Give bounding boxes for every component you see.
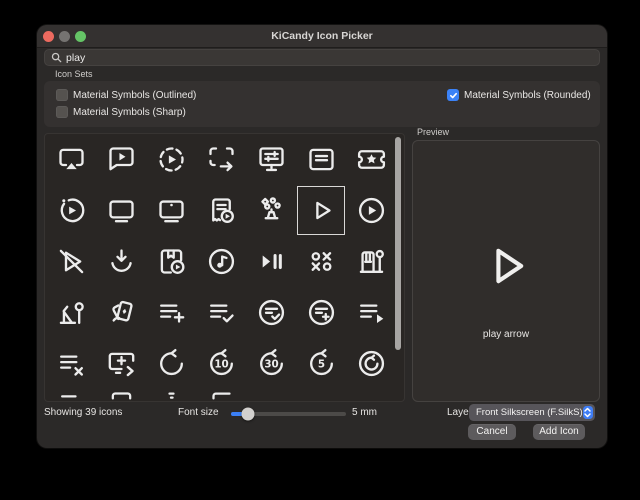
icon-receipt-play[interactable]: [196, 185, 246, 236]
icon-playlist-play[interactable]: [346, 287, 396, 338]
icon-queue-play-next[interactable]: [96, 338, 146, 389]
icon-playing-cards[interactable]: [96, 287, 146, 338]
icon-playlist-add-circle[interactable]: [296, 287, 346, 338]
icon-replay-5[interactable]: 5: [296, 338, 346, 389]
icon-slow-motion-video-partial[interactable]: [46, 389, 96, 402]
check-icon: [449, 91, 458, 100]
preview-label: Preview: [417, 127, 449, 137]
icon-playlist-add-check[interactable]: [196, 287, 246, 338]
icon-play-arrow[interactable]: [296, 185, 346, 236]
cancel-button[interactable]: Cancel: [468, 424, 516, 440]
checkbox-box: [447, 89, 459, 101]
icon-sets-label: Icon Sets: [55, 69, 93, 79]
window-title: KiCandy Icon Picker: [37, 25, 607, 47]
icon-replay-circle-filled[interactable]: [346, 338, 396, 389]
icon-screencast-partial[interactable]: [146, 389, 196, 402]
icon-replay-30[interactable]: 30: [246, 338, 296, 389]
svg-text:10: 10: [214, 358, 228, 370]
checkbox-material-symbols-outlined[interactable]: Material Symbols (Outlined): [56, 89, 196, 101]
icon-airplay[interactable]: [46, 134, 96, 185]
icon-local-play[interactable]: [346, 134, 396, 185]
icon-display-external-input[interactable]: [196, 134, 246, 185]
icon-play-disabled[interactable]: [46, 236, 96, 287]
showing-count: Showing 39 icons: [44, 407, 122, 418]
icon-playlist-add[interactable]: [146, 287, 196, 338]
icon-autoplay[interactable]: [146, 134, 196, 185]
preview-caption: play arrow: [413, 329, 599, 340]
search-field[interactable]: [44, 49, 600, 66]
icon-display-settings[interactable]: [246, 134, 296, 185]
icon-play-pause[interactable]: [246, 236, 296, 287]
icon-grid: 10 30 5: [45, 134, 396, 402]
layer-select[interactable]: Front Silkscreen (F.SilkS): [469, 404, 595, 421]
add-icon-button[interactable]: Add Icon: [533, 424, 585, 440]
icon-tv-display[interactable]: [146, 185, 196, 236]
magnifier-icon: [51, 52, 62, 63]
checkbox-box: [56, 89, 68, 101]
font-size-value: 5 mm: [352, 407, 377, 418]
checkbox-box: [56, 106, 68, 118]
checkbox-material-symbols-sharp[interactable]: Material Symbols (Sharp): [56, 106, 186, 118]
icon-smart-display-2-partial[interactable]: [96, 389, 146, 402]
icon-replay-10[interactable]: 10: [196, 338, 246, 389]
icon-play-for-work[interactable]: [96, 236, 146, 287]
icon-picker-dialog: KiCandy Icon Picker Icon Sets Material S…: [37, 25, 607, 448]
icon-sets-panel: Material Symbols (Outlined) Material Sym…: [44, 81, 600, 127]
icon-slideshow-partial[interactable]: [196, 389, 246, 402]
icon-play-circle[interactable]: [346, 185, 396, 236]
icon-swing[interactable]: [346, 236, 396, 287]
icon-playlist-remove[interactable]: [46, 338, 96, 389]
svg-text:30: 30: [264, 358, 278, 370]
preview-box: play arrow: [412, 140, 600, 402]
icon-replay[interactable]: [146, 338, 196, 389]
grid-scrollbar[interactable]: [395, 137, 401, 350]
icon-play-shapes[interactable]: [246, 185, 296, 236]
icon-playlist-add-check-circle[interactable]: [246, 287, 296, 338]
icon-play-message[interactable]: [96, 134, 146, 185]
font-size-label: Font size: [178, 407, 219, 418]
icon-tic-tac-toe[interactable]: [296, 236, 346, 287]
icon-playground[interactable]: [46, 287, 96, 338]
font-size-slider[interactable]: [231, 412, 346, 416]
checkbox-label: Material Symbols (Rounded): [464, 90, 591, 101]
checkbox-label: Material Symbols (Outlined): [73, 90, 196, 101]
icon-featured-play-list[interactable]: [296, 134, 346, 185]
search-input[interactable]: [66, 52, 599, 64]
select-stepper-icon: [583, 406, 593, 419]
icon-play-music[interactable]: [196, 236, 246, 287]
play-arrow-preview-icon: [480, 238, 532, 299]
checkbox-label: Material Symbols (Sharp): [73, 107, 186, 118]
layer-select-value: Front Silkscreen (F.SilkS): [476, 407, 583, 418]
icon-play-lesson[interactable]: [146, 236, 196, 287]
title-bar: KiCandy Icon Picker: [37, 25, 607, 48]
icon-motion-play[interactable]: [46, 185, 96, 236]
icon-smart-display[interactable]: [96, 185, 146, 236]
svg-text:5: 5: [317, 358, 324, 370]
checkbox-material-symbols-rounded[interactable]: Material Symbols (Rounded): [447, 89, 591, 101]
icon-grid-panel: 10 30 5: [44, 133, 405, 402]
slider-knob[interactable]: [242, 407, 255, 420]
status-bar: Showing 39 icons Font size 5 mm Layer Fr…: [37, 403, 607, 448]
